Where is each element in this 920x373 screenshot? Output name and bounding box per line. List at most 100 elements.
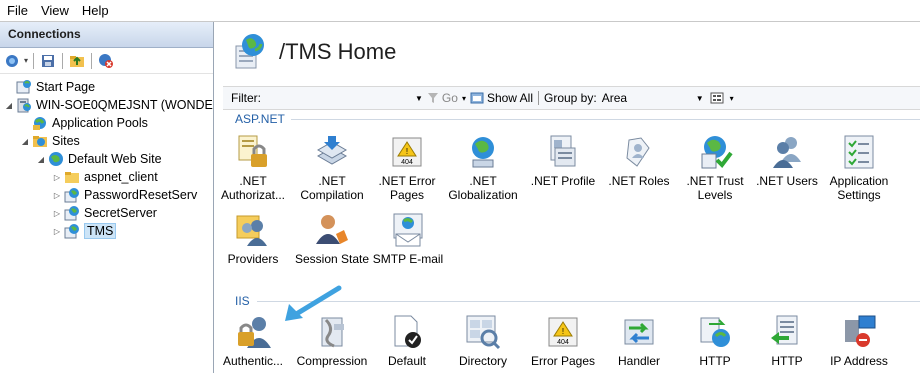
go-button[interactable]: Go xyxy=(427,91,458,105)
feature-label: Directory xyxy=(458,354,507,368)
feature-label: .NET xyxy=(318,174,346,188)
feature-item[interactable]: Application Settings xyxy=(821,134,897,202)
page-header: /TMS Home xyxy=(215,22,920,82)
tree-node-label: TMS xyxy=(84,223,117,239)
feature-item[interactable]: .NET Roles xyxy=(601,134,677,188)
feature-label: Compression xyxy=(296,354,368,368)
globe-icon xyxy=(48,151,64,167)
feature-label: HTTP xyxy=(771,354,803,368)
feature-item[interactable]: .NET Compilation xyxy=(294,134,370,202)
svg-text:404: 404 xyxy=(557,339,569,346)
expand-icon[interactable] xyxy=(4,82,14,92)
net-compilation-icon xyxy=(314,134,350,170)
page-title: /TMS Home xyxy=(279,39,397,64)
disconnect-icon[interactable] xyxy=(97,52,115,70)
tree-node[interactable]: ◢ Sites xyxy=(0,132,213,150)
connect-dropdown-icon[interactable]: ▾ xyxy=(24,56,28,65)
tree-node[interactable]: ◢ Default Web Site xyxy=(0,150,213,168)
feature-item[interactable]: .NET Users xyxy=(749,134,825,188)
feature-label: .NET Trust xyxy=(686,174,744,188)
show-all-button[interactable]: Show All xyxy=(470,91,533,105)
feature-label: .NET Users xyxy=(756,174,818,188)
view-icon[interactable] xyxy=(708,89,726,107)
feature-item[interactable]: HTTP xyxy=(749,314,825,368)
feature-label: .NET Error xyxy=(378,174,436,188)
tree-node[interactable]: Start Page xyxy=(0,78,213,96)
tree-node[interactable]: ▷ SecretServer xyxy=(0,204,213,222)
feature-item[interactable]: Session State xyxy=(294,212,370,266)
feature-label: Compilation xyxy=(300,188,364,202)
app-icon xyxy=(64,187,80,203)
tree-node[interactable]: ▷ TMS xyxy=(0,222,213,240)
view-dropdown-icon[interactable]: ▾ xyxy=(730,94,734,103)
tree-node[interactable]: ▷ PasswordResetServ xyxy=(0,186,213,204)
expand-icon[interactable]: ◢ xyxy=(20,136,30,146)
go-dropdown-icon[interactable]: ▾ xyxy=(462,94,466,103)
expand-icon[interactable]: ▷ xyxy=(52,190,62,200)
feature-item[interactable]: .NET Authorizat... xyxy=(215,134,291,202)
filter-bar: Filter: ▼ Go ▾ Show All Group by: Area ▼… xyxy=(223,86,920,110)
group-by-dropdown-icon[interactable]: ▼ xyxy=(696,94,704,103)
feature-item[interactable]: SMTP E-mail xyxy=(370,212,446,266)
directory-browsing-icon xyxy=(465,314,501,350)
menu-help[interactable]: Help xyxy=(75,3,115,18)
expand-icon[interactable]: ▷ xyxy=(52,172,62,182)
error-pages-icon: ! 404 xyxy=(545,314,581,350)
feature-label: .NET Profile xyxy=(530,174,596,188)
svg-text:404: 404 xyxy=(401,159,413,166)
expand-icon[interactable]: ▷ xyxy=(52,208,62,218)
net-trust-levels-icon xyxy=(697,134,733,170)
feature-item[interactable]: Providers xyxy=(215,212,291,266)
connections-toolbar: ▾ xyxy=(0,48,213,74)
svg-text:!: ! xyxy=(406,147,408,156)
funnel-icon xyxy=(427,93,438,103)
go-label: Go xyxy=(441,91,458,105)
tree-node-label: SecretServer xyxy=(84,206,157,220)
feature-item[interactable]: Authentic... xyxy=(215,314,291,368)
show-all-label: Show All xyxy=(486,91,533,105)
svg-text:!: ! xyxy=(562,327,564,336)
connect-icon[interactable] xyxy=(4,52,22,70)
tree-node-label: aspnet_client xyxy=(84,170,158,184)
tree-node[interactable]: Application Pools xyxy=(0,114,213,132)
feature-item[interactable]: IP Address xyxy=(821,314,897,368)
feature-label: Providers xyxy=(227,252,279,266)
expand-icon[interactable]: ◢ xyxy=(36,154,46,164)
filter-dropdown-icon[interactable]: ▼ xyxy=(415,94,423,103)
feature-item[interactable]: Handler xyxy=(601,314,677,368)
start-page-icon xyxy=(16,79,32,95)
show-all-icon xyxy=(470,92,484,104)
feature-item[interactable]: HTTP xyxy=(677,314,753,368)
feature-item[interactable]: .NET Globalization xyxy=(445,134,521,202)
up-folder-icon[interactable] xyxy=(68,52,86,70)
expand-icon[interactable]: ▷ xyxy=(52,226,62,236)
connections-title: Connections xyxy=(0,22,213,48)
menu-file[interactable]: File xyxy=(0,3,34,18)
feature-item[interactable]: ! 404 .NET Error Pages xyxy=(369,134,445,202)
feature-label: Levels xyxy=(697,188,733,202)
net-error-pages-icon: ! 404 xyxy=(389,134,425,170)
feature-item[interactable]: .NET Profile xyxy=(525,134,601,188)
feature-item[interactable]: Directory xyxy=(445,314,521,368)
feature-label: Authentic... xyxy=(222,354,284,368)
menu-view[interactable]: View xyxy=(34,3,75,18)
expand-icon[interactable] xyxy=(20,118,30,128)
group-divider xyxy=(291,119,920,120)
feature-label: Authorizat... xyxy=(220,188,286,202)
feature-label: Handler xyxy=(617,354,661,368)
tree-node-label: Application Pools xyxy=(52,116,148,130)
feature-item[interactable]: .NET Trust Levels xyxy=(677,134,753,202)
feature-label: .NET Roles xyxy=(608,174,670,188)
group-by-value[interactable]: Area xyxy=(602,91,692,105)
group-divider xyxy=(257,301,920,302)
menu-bar: File View Help xyxy=(0,0,920,22)
feature-item[interactable]: Default xyxy=(369,314,445,368)
filter-input[interactable] xyxy=(261,89,411,107)
expand-icon[interactable]: ◢ xyxy=(4,100,14,110)
save-icon[interactable] xyxy=(39,52,57,70)
tree-node[interactable]: ▷ aspnet_client xyxy=(0,168,213,186)
feature-item[interactable]: ! 404 Error Pages xyxy=(525,314,601,368)
tree-node-label: PasswordResetServ xyxy=(84,188,198,202)
connections-tree: Start Page ◢ WIN-SOE0QMEJSNT (WONDE Applica… xyxy=(0,74,213,240)
tree-node[interactable]: ◢ WIN-SOE0QMEJSNT (WONDE xyxy=(0,96,213,114)
